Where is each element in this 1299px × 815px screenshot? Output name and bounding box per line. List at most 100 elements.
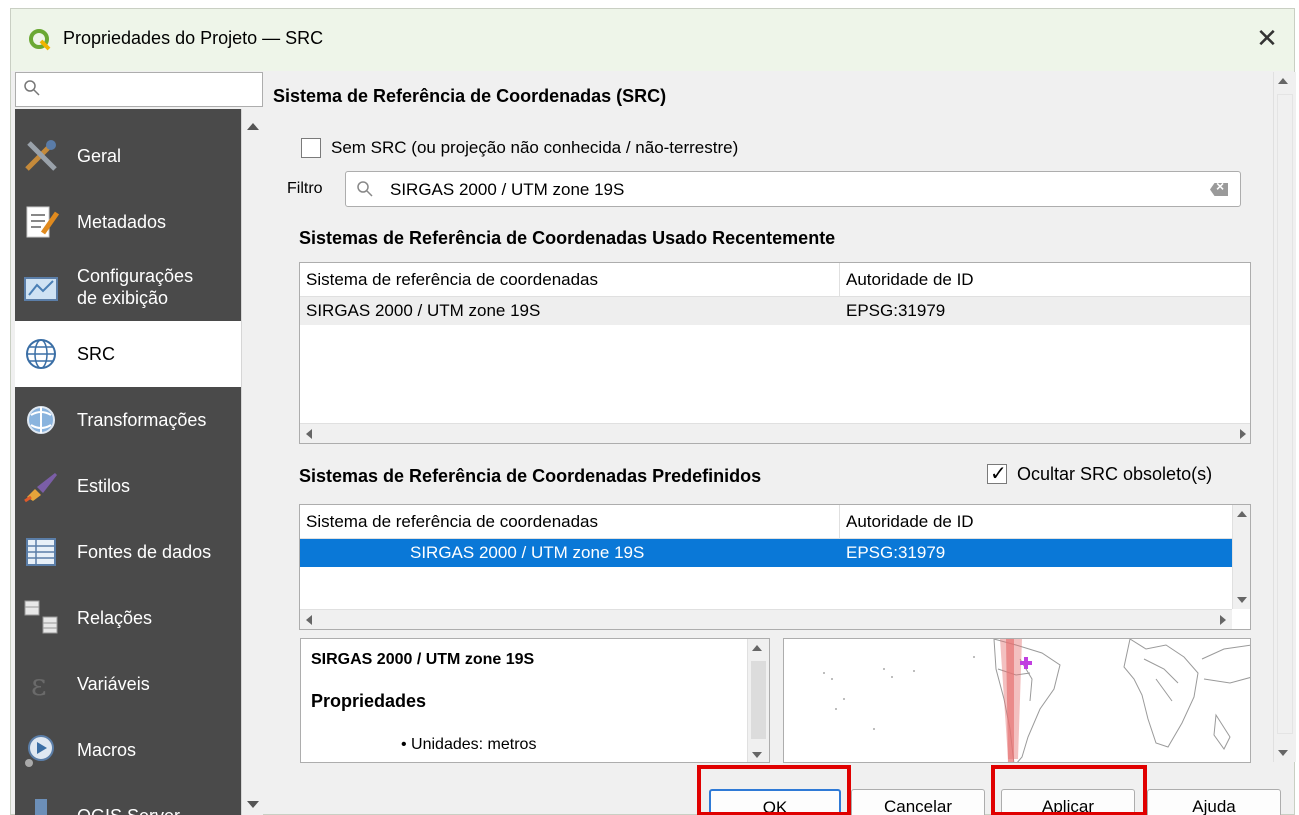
sidebar-scrollbar[interactable] bbox=[241, 109, 263, 815]
sidebar-item-label: Macros bbox=[77, 740, 137, 760]
sidebar-item-relacoes[interactable]: Relações bbox=[15, 585, 241, 651]
details-scrollbar[interactable] bbox=[747, 639, 769, 762]
sidebar: Geral Metadados Configurações de exibição bbox=[15, 109, 263, 815]
relations-icon bbox=[24, 600, 58, 634]
sidebar-item-label: Configurações de exibição bbox=[77, 266, 194, 308]
sidebar-item-src[interactable]: SRC bbox=[15, 321, 241, 387]
sidebar-search-input[interactable] bbox=[15, 72, 263, 107]
scroll-thumb[interactable] bbox=[1277, 94, 1293, 734]
document-pencil-icon bbox=[26, 206, 60, 238]
world-map-preview bbox=[823, 639, 1250, 762]
globe-grid-icon bbox=[26, 339, 56, 369]
sidebar-item-fontes-de-dados[interactable]: Fontes de dados bbox=[15, 519, 241, 585]
recent-crs-table[interactable]: Sistema de referência de coordenadas Aut… bbox=[299, 262, 1251, 444]
no-crs-label: Sem SRC (ou projeção não conhecida / não… bbox=[331, 138, 739, 157]
sidebar-item-estilos[interactable]: Estilos bbox=[15, 453, 241, 519]
scroll-up-icon[interactable] bbox=[1237, 511, 1247, 517]
filter-label: Filtro bbox=[287, 180, 323, 197]
scroll-right-icon[interactable] bbox=[1240, 429, 1246, 439]
hide-deprecated-label: Ocultar SRC obsoleto(s) bbox=[1017, 464, 1213, 484]
sidebar-item-metadados[interactable]: Metadados bbox=[15, 189, 241, 255]
table-header: Sistema de referência de coordenadas Aut… bbox=[300, 263, 1250, 297]
properties-heading: Propriedades bbox=[311, 691, 427, 711]
scroll-up-icon[interactable] bbox=[752, 645, 762, 651]
crs-details-name: SIRGAS 2000 / UTM zone 19S bbox=[311, 651, 535, 668]
sidebar-item-label: Metadados bbox=[77, 212, 167, 232]
table-row[interactable]: SIRGAS 2000 / UTM zone 19S EPSG:31979 bbox=[300, 539, 1232, 567]
crs-name-cell: SIRGAS 2000 / UTM zone 19S bbox=[410, 543, 645, 562]
table-header: Sistema de referência de coordenadas Aut… bbox=[300, 505, 1232, 539]
no-crs-checkbox[interactable] bbox=[301, 138, 321, 158]
scroll-right-icon[interactable] bbox=[1220, 615, 1226, 625]
scroll-left-icon[interactable] bbox=[306, 429, 312, 439]
table-row[interactable]: SIRGAS 2000 / UTM zone 19S EPSG:31979 bbox=[300, 297, 1250, 325]
view-settings-icon bbox=[24, 277, 58, 301]
server-icon bbox=[35, 799, 47, 815]
search-icon bbox=[24, 80, 40, 96]
search-icon bbox=[357, 181, 373, 197]
scroll-up-icon[interactable] bbox=[1278, 78, 1288, 84]
sidebar-item-configuracoes-exibicao[interactable]: Configurações de exibição bbox=[15, 255, 241, 321]
hide-deprecated-checkbox[interactable] bbox=[987, 461, 1007, 486]
sidebar-item-transformacoes[interactable]: Transformações bbox=[15, 387, 241, 453]
ok-button[interactable]: OK bbox=[709, 789, 841, 815]
sidebar-item-label: Variáveis bbox=[77, 674, 150, 694]
sidebar-item-variaveis[interactable]: ε Variáveis bbox=[15, 651, 241, 717]
window-title: Propriedades do Projeto — SRC bbox=[63, 28, 324, 48]
horizontal-scrollbar[interactable] bbox=[300, 423, 1250, 443]
scroll-thumb[interactable] bbox=[751, 661, 766, 739]
crs-details-panel: SIRGAS 2000 / UTM zone 19S Propriedades … bbox=[300, 638, 770, 763]
column-header-authority[interactable]: Autoridade de ID bbox=[840, 263, 1250, 297]
title-bar: Propriedades do Projeto — SRC ✕ bbox=[11, 9, 1294, 71]
project-properties-dialog: Propriedades do Projeto — SRC ✕ Geral Me… bbox=[10, 8, 1296, 815]
scroll-down-icon[interactable] bbox=[1237, 597, 1247, 603]
sidebar-item-geral[interactable]: Geral bbox=[15, 123, 241, 189]
clear-text-icon[interactable] bbox=[1210, 183, 1228, 196]
predefined-crs-table[interactable]: Sistema de referência de coordenadas Aut… bbox=[299, 504, 1251, 630]
column-header-crs[interactable]: Sistema de referência de coordenadas bbox=[300, 263, 840, 297]
sidebar-item-macros[interactable]: Macros bbox=[15, 717, 241, 783]
scroll-up-icon[interactable] bbox=[247, 123, 259, 130]
authority-cell: EPSG:31979 bbox=[846, 301, 946, 320]
sidebar-item-qgis-server[interactable]: QGIS Server bbox=[15, 783, 241, 815]
scroll-down-icon[interactable] bbox=[247, 801, 259, 808]
sidebar-item-label: Geral bbox=[77, 146, 122, 166]
units-item: • Unidades: metros bbox=[401, 736, 537, 753]
page-title: Sistema de Referência de Coordenadas (SR… bbox=[273, 86, 667, 106]
crs-extent-map bbox=[783, 638, 1251, 763]
crs-name-cell: SIRGAS 2000 / UTM zone 19S bbox=[306, 301, 541, 320]
filter-input[interactable]: SIRGAS 2000 / UTM zone 19S bbox=[345, 171, 1241, 207]
svg-text:ε: ε bbox=[31, 668, 47, 703]
close-icon[interactable]: ✕ bbox=[1252, 23, 1282, 53]
sidebar-item-label: Estilos bbox=[77, 476, 131, 496]
filter-value: SIRGAS 2000 / UTM zone 19S bbox=[390, 180, 625, 199]
help-button[interactable]: Ajuda bbox=[1147, 789, 1281, 815]
recent-crs-title: Sistemas de Referência de Coordenadas Us… bbox=[299, 228, 836, 248]
brush-icon bbox=[24, 473, 57, 503]
sidebar-item-label: Relações bbox=[77, 608, 153, 628]
scroll-down-icon[interactable] bbox=[752, 752, 762, 758]
main-scrollbar[interactable] bbox=[1273, 72, 1296, 762]
apply-button[interactable]: Aplicar bbox=[1001, 789, 1135, 815]
splitter-handle[interactable] bbox=[266, 439, 270, 459]
sidebar-item-label: Fontes de dados bbox=[77, 542, 212, 562]
scroll-left-icon[interactable] bbox=[306, 615, 312, 625]
sidebar-item-label: QGIS Server bbox=[77, 805, 180, 815]
table-icon bbox=[26, 538, 56, 566]
sidebar-item-label: Transformações bbox=[77, 410, 207, 430]
tools-icon bbox=[25, 140, 57, 171]
authority-cell: EPSG:31979 bbox=[846, 543, 946, 562]
horizontal-scrollbar[interactable] bbox=[300, 609, 1232, 629]
qgis-logo-icon bbox=[29, 29, 51, 51]
predefined-crs-title: Sistemas de Referência de Coordenadas Pr… bbox=[299, 466, 762, 486]
cancel-button[interactable]: Cancelar bbox=[851, 789, 985, 815]
vertical-scrollbar[interactable] bbox=[1232, 505, 1250, 609]
globe-transform-icon bbox=[27, 406, 55, 434]
column-header-authority[interactable]: Autoridade de ID bbox=[840, 505, 1232, 539]
sidebar-item-label: SRC bbox=[77, 344, 116, 364]
macros-icon bbox=[25, 735, 54, 767]
epsilon-icon: ε bbox=[31, 668, 47, 703]
crs-panel: Sistema de Referência de Coordenadas (SR… bbox=[273, 72, 1273, 763]
scroll-down-icon[interactable] bbox=[1278, 750, 1288, 756]
column-header-crs[interactable]: Sistema de referência de coordenadas bbox=[300, 505, 840, 539]
